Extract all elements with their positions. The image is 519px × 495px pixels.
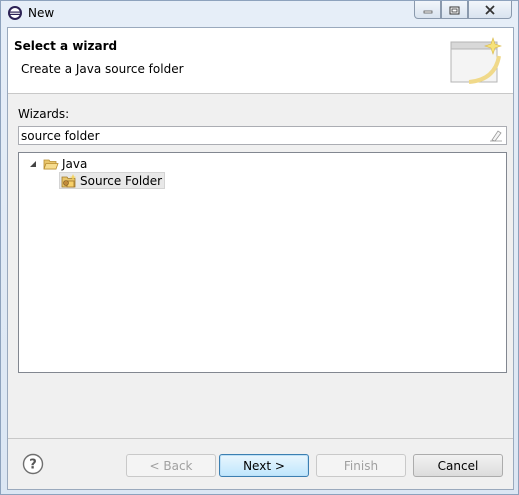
selected-tree-item[interactable]: Source Folder bbox=[59, 172, 166, 189]
button-bar-separator bbox=[8, 438, 513, 439]
maximize-button[interactable] bbox=[441, 1, 468, 19]
close-icon bbox=[485, 4, 495, 15]
svg-text:?: ? bbox=[29, 458, 37, 473]
window-title: New bbox=[28, 6, 55, 20]
minimize-button[interactable] bbox=[414, 1, 441, 19]
title-bar[interactable]: New bbox=[1, 1, 518, 27]
minimize-icon bbox=[423, 10, 432, 13]
expand-arrow-icon[interactable] bbox=[27, 158, 39, 170]
filter-input[interactable] bbox=[19, 127, 484, 144]
page-title: Select a wizard bbox=[14, 39, 118, 53]
finish-button[interactable]: Finish bbox=[316, 454, 406, 477]
dialog-client-area: Select a wizard Create a Java source fol… bbox=[7, 27, 514, 490]
next-button[interactable]: Next > bbox=[219, 454, 309, 477]
help-icon[interactable]: ? bbox=[22, 453, 44, 475]
eclipse-icon bbox=[8, 6, 22, 20]
restore-icon bbox=[449, 6, 460, 14]
wizard-header: Select a wizard Create a Java source fol… bbox=[8, 28, 513, 94]
new-wizard-banner-icon bbox=[450, 37, 502, 84]
tree-item-source-folder[interactable]: Source Folder bbox=[59, 172, 166, 189]
page-description: Create a Java source folder bbox=[21, 62, 184, 76]
tree-item-label: Source Folder bbox=[80, 173, 163, 188]
tree-item-java[interactable]: Java bbox=[27, 155, 87, 172]
wizard-tree[interactable]: Java Source Folder bbox=[18, 152, 507, 373]
close-button[interactable] bbox=[468, 1, 512, 19]
back-button[interactable]: < Back bbox=[126, 454, 216, 477]
cancel-button[interactable]: Cancel bbox=[413, 454, 503, 477]
window-controls bbox=[414, 1, 512, 19]
clear-filter-icon[interactable] bbox=[489, 129, 503, 142]
wizard-filter bbox=[18, 126, 507, 145]
tree-item-label: Java bbox=[62, 156, 88, 171]
source-folder-icon bbox=[61, 173, 77, 187]
wizard-window: New Select a wizard Create a Java source… bbox=[0, 0, 519, 495]
folder-open-icon bbox=[43, 159, 59, 169]
wizards-label: Wizards: bbox=[18, 107, 70, 121]
